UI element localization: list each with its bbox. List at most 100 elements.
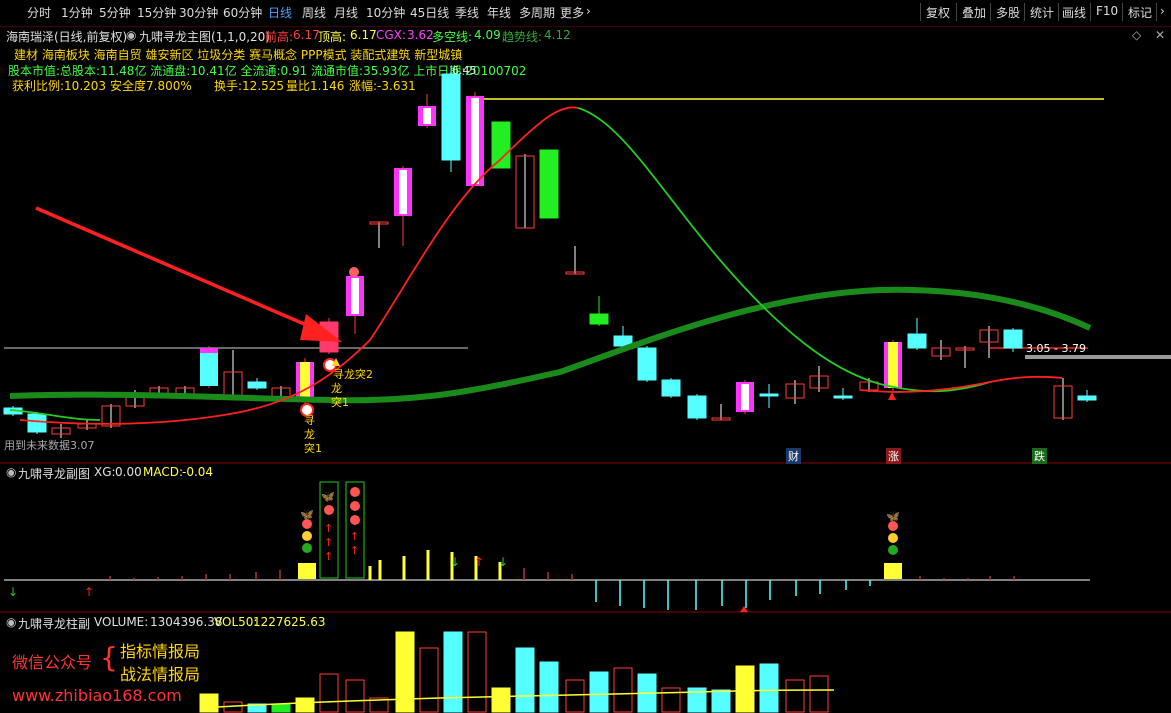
- svg-text:🦋: 🦋: [300, 508, 314, 521]
- down-arrow-icon: ↓: [450, 555, 460, 569]
- volume-bar: [711, 689, 731, 713]
- dropdown-icon[interactable]: ◉: [6, 465, 16, 479]
- candle: [77, 420, 97, 430]
- dropdown-icon[interactable]: ◉: [6, 615, 16, 629]
- svg-text:↑: ↑: [324, 522, 333, 535]
- volume-bar: [419, 647, 439, 713]
- candle: [884, 340, 902, 392]
- volume-bar: [515, 647, 535, 713]
- volume-bar: [661, 687, 681, 713]
- volume-bar: [565, 679, 585, 713]
- volume-bar: [613, 667, 633, 713]
- candle: [931, 340, 951, 360]
- future-data-warning: 用到未来数据3.07: [4, 439, 95, 452]
- candle: [200, 346, 218, 388]
- candle: [51, 424, 71, 438]
- candle: [1077, 390, 1097, 402]
- svg-text:↑: ↑: [324, 536, 333, 549]
- down-arrow-icon: ↓: [498, 555, 508, 569]
- candle: [418, 94, 436, 128]
- volume-bar: [589, 671, 609, 713]
- candle: [223, 350, 243, 398]
- svg-text:↑: ↑: [350, 530, 359, 543]
- candle: [661, 378, 681, 398]
- vol50-label: VOL50:: [214, 615, 258, 629]
- signal-label: 突1: [331, 396, 349, 409]
- watermark-wechat: 微信公众号: [12, 653, 93, 672]
- candle: [346, 268, 364, 334]
- up-arrow-icon: ↑: [84, 585, 94, 599]
- candle: [907, 318, 927, 350]
- watermark-url: www.zhibiao168.com: [12, 686, 182, 705]
- svg-text:🦋: 🦋: [886, 510, 900, 523]
- candle: [394, 166, 412, 246]
- badge-cai: 财: [786, 448, 801, 464]
- candle: [979, 326, 999, 358]
- price-range-label: 3.05 - 3.79: [1026, 342, 1086, 355]
- signal-stack-1: 🦋: [298, 508, 316, 579]
- brace-icon: {: [100, 641, 118, 674]
- volume-bar: [759, 663, 779, 713]
- xg-value: 0.00: [115, 465, 142, 479]
- peak-label: 6.45: [452, 64, 477, 77]
- candle: [491, 121, 511, 169]
- badge-die: 跌: [1032, 448, 1047, 464]
- candle: [247, 378, 267, 390]
- candle: [785, 380, 805, 404]
- badge-zhang: 涨: [886, 448, 901, 464]
- signal-stack-4: 🦋: [884, 510, 902, 579]
- trend-line: [9, 286, 1092, 404]
- candle: [759, 384, 779, 408]
- candle: [833, 388, 853, 400]
- candle: [515, 154, 535, 229]
- kline-chart: 🦋 ↑ ↑ ↑ 🦋 ↑ ↑ 🦋 ↓ ↑ ↓ ↑ ↓: [0, 66, 1171, 713]
- svg-text:↑: ↑: [324, 550, 333, 563]
- volume-bar: [785, 679, 805, 713]
- volume-bar: [345, 679, 365, 713]
- svg-text:🦋: 🦋: [321, 490, 335, 503]
- ma-green-left: [9, 409, 101, 421]
- candle: [1053, 378, 1073, 420]
- macd-value: -0.04: [182, 465, 214, 479]
- up-arrow-icon: ↑: [474, 555, 484, 569]
- candle: [809, 366, 829, 392]
- xg-label: XG:: [94, 465, 116, 479]
- candle: [565, 246, 585, 275]
- signal-stack-2: ↑ ↑ ↑ 🦋: [319, 481, 339, 579]
- annotation-arrow-line: [35, 206, 319, 332]
- svg-text:↑: ↑: [350, 544, 359, 557]
- candle: [466, 92, 484, 186]
- candle: [687, 394, 707, 420]
- candle: [589, 296, 609, 326]
- candle: [955, 346, 975, 368]
- volume-bar: [271, 703, 291, 713]
- volume-bar: [295, 697, 315, 713]
- watermark-item2: 战法情报局: [120, 665, 201, 684]
- candle: [539, 149, 559, 219]
- volume-bar: [809, 675, 829, 713]
- up-arrow-icon: [740, 606, 748, 612]
- volume-bar: [319, 673, 339, 713]
- volume-bar: [443, 631, 463, 713]
- watermark-item1: 指标情报局: [120, 642, 201, 661]
- volume-bar: [199, 693, 219, 713]
- up-arrow-icon: [888, 392, 896, 400]
- signal-stack-3: ↑ ↑: [345, 481, 365, 579]
- volume-value: 1304396.38: [150, 615, 223, 629]
- candle: [736, 380, 754, 414]
- volume-bar: [735, 665, 755, 713]
- vol50-value: 1227625.63: [253, 615, 326, 629]
- signal-label: 突1: [304, 442, 322, 455]
- sub1-indicator-name[interactable]: 九啸寻龙副图: [18, 465, 90, 482]
- ball-icon: [349, 267, 359, 277]
- volume-label: VOLUME:: [94, 615, 149, 629]
- candle: [369, 221, 389, 248]
- sub2-indicator-name[interactable]: 九啸寻龙柱副: [18, 615, 90, 632]
- volume-bar: [491, 687, 511, 713]
- down-arrow-icon: ↓: [8, 585, 18, 599]
- volume-bar: [539, 661, 559, 713]
- candle: [637, 346, 657, 382]
- candle: [1003, 328, 1023, 352]
- candle: [27, 412, 47, 434]
- candle: [711, 404, 731, 421]
